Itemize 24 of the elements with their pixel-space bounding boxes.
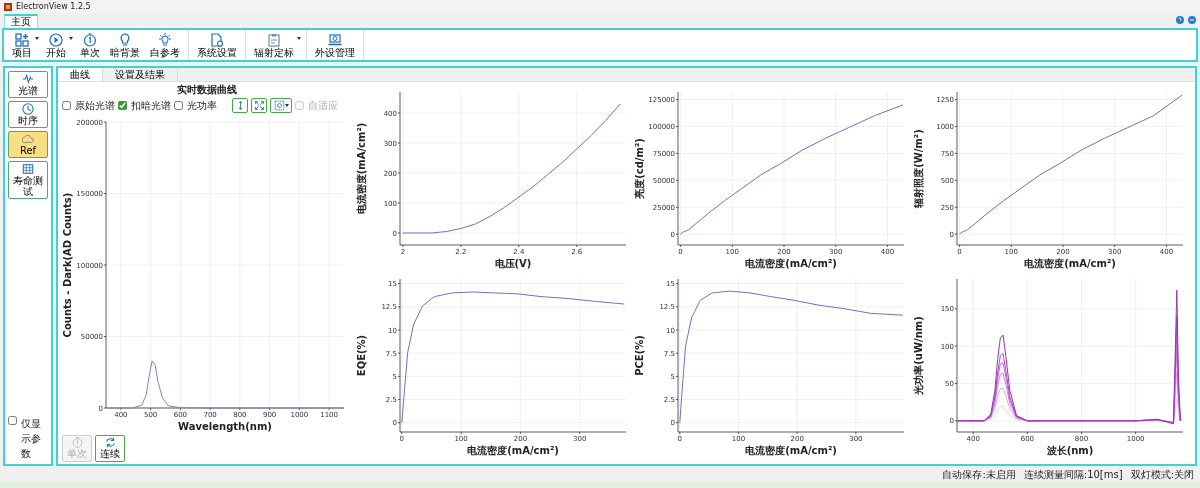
axis-title: 光功率(uW/nm) [912,316,924,395]
axis-title: 波长(nm) [1046,445,1093,456]
checkbox-label: 原始光谱 [75,98,115,113]
axis-title: 电压(V) [494,258,532,269]
axis-title: 电流密度(mA/cm²) [745,258,838,269]
axis-title: 辐射照度(W/m²) [912,129,924,208]
window-title: ElectronView 1.2.5 [16,0,91,13]
status-text: 自动保存:未启用 [942,468,1016,482]
chart-title: 实时数据曲线 [176,84,238,96]
axis-title: 亮度(cd/m²) [634,138,646,199]
checkbox-label: 仅显示参数 [21,417,42,461]
axis-title: Wavelength(nm) [178,421,272,432]
status-text: 连续测量间隔:10[ms] [1023,468,1123,482]
axis-title: 电流密度(mA/cm²) [467,445,559,456]
axis-title: 电流密度(mA/cm²) [356,122,367,215]
checkbox-label: 光功率 [187,98,217,113]
status-text: 双灯模式:关闭 [1130,468,1194,482]
axis-title: PCE(%) [634,335,646,376]
checkbox-label: 自适应 [308,98,338,113]
axis-title: 电流密度(mA/cm²) [745,445,838,456]
axis-title: EQE(%) [356,334,367,377]
checkbox-label: 扣暗光谱 [131,98,171,113]
axis-title: 电流密度(mA/cm²) [1023,258,1116,269]
axis-title: Counts - Dark(AD Counts) [62,192,73,338]
